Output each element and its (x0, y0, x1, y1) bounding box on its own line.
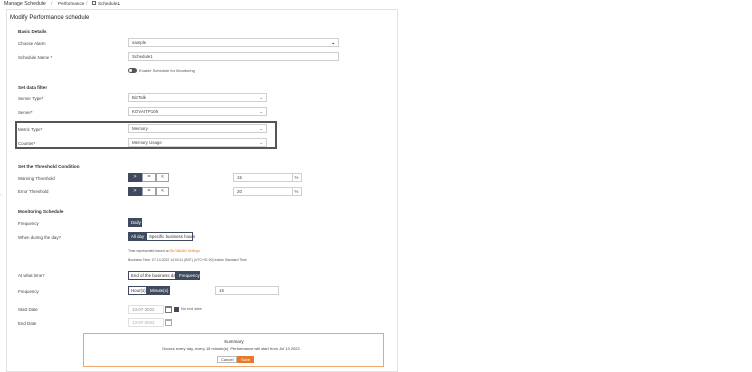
business-time-note: Business Time: 07-13-2022 14:00:11 (BST)… (128, 258, 247, 262)
warning-threshold-input[interactable]: 15 (233, 173, 293, 182)
breadcrumb-separator: / (51, 1, 53, 7)
error-op-equal[interactable]: = (142, 187, 156, 196)
percent-unit: % (292, 173, 302, 182)
summary-heading: Summary (224, 339, 244, 344)
end-date-input[interactable]: 13-07-2022 (128, 318, 164, 327)
all-day-button[interactable]: All day (128, 232, 146, 241)
enable-monitoring-label: Enable Schedule for Monitoring (139, 68, 195, 73)
calendar-icon[interactable] (165, 306, 172, 313)
save-button[interactable]: Save (237, 356, 255, 363)
timezone-note-text: Time represented based on (128, 249, 171, 253)
business-hours-button[interactable]: Specific business hours (146, 232, 195, 241)
server-select[interactable]: KOVAITP106 ⌄ (128, 107, 267, 116)
at-what-time-label: At what time? (18, 273, 45, 278)
counter-select[interactable]: Memory Usage ⌄ (128, 138, 267, 147)
warning-op-less[interactable]: < (156, 173, 169, 182)
server-type-select[interactable]: BizTalk ⌄ (128, 93, 267, 102)
form-panel (6, 9, 398, 372)
choose-alarm-select[interactable]: sample ⌄ (128, 38, 339, 47)
cancel-button[interactable]: Cancel (217, 356, 238, 363)
monitoring-schedule-heading: Monitoring Schedule (18, 209, 64, 214)
error-threshold-label: Error Threshold (18, 189, 49, 194)
breadcrumb-performance[interactable]: Performance (58, 1, 84, 6)
metric-type-label: Metric Type* (18, 127, 43, 132)
frequency-daily-button[interactable]: Daily (128, 218, 142, 227)
metric-type-select[interactable]: Memory ⌄ (128, 124, 267, 133)
chevron-down-icon: ⌄ (259, 140, 263, 145)
at-frequency-button[interactable]: Frequency (176, 271, 200, 280)
breadcrumb-manage-schedule[interactable]: Manage Schedule (4, 1, 46, 7)
start-date-label: Start Date (18, 307, 38, 312)
end-of-business-day-button[interactable]: End of the business day (128, 271, 178, 280)
no-end-date-label: No end date (181, 307, 202, 311)
minutes-button[interactable]: Minute(s) (147, 286, 170, 295)
counter-value: Memory Usage (132, 140, 162, 145)
schedule-name-label: Schedule Name * (18, 55, 53, 60)
interval-label: Frequency (18, 289, 39, 294)
collapse-handle-icon[interactable]: › (0, 192, 2, 198)
error-op-greater[interactable]: > (128, 187, 142, 196)
timezone-note: Time represented based on BizTalk360 Set… (128, 249, 200, 253)
server-label: Server* (18, 110, 33, 115)
error-threshold-input[interactable]: 20 (233, 187, 293, 196)
data-filter-heading: Set data filter (18, 85, 48, 90)
end-date-label: End Date (18, 321, 37, 326)
choose-alarm-value: sample (132, 40, 147, 45)
counter-label: Counter* (18, 141, 36, 146)
basic-details-heading: Basic Details (18, 29, 47, 34)
error-op-less[interactable]: < (156, 187, 169, 196)
metric-type-value: Memory (132, 126, 148, 131)
warning-threshold-label: Warning Threshold (18, 176, 55, 181)
warning-op-equal[interactable]: = (142, 173, 156, 182)
enable-monitoring-toggle[interactable] (128, 68, 137, 73)
server-value: KOVAITP106 (132, 109, 159, 114)
schedule-name-input[interactable]: Schedule1 (128, 52, 339, 61)
percent-unit: % (292, 187, 302, 196)
chevron-down-icon[interactable]: ⌄ (117, 1, 121, 7)
page-title: Modify Performance schedule (10, 15, 90, 21)
calendar-icon[interactable] (165, 319, 172, 326)
server-type-value: BizTalk (132, 95, 146, 100)
start-date-input[interactable]: 13-07-2022 (128, 305, 164, 314)
warning-op-greater[interactable]: > (128, 173, 142, 182)
server-type-label: Server Type* (18, 96, 44, 101)
hours-button[interactable]: Hour(s) (128, 286, 147, 295)
summary-text: Occurs every day, every 15 minute(s). Pe… (162, 346, 301, 351)
schedule-icon (92, 1, 96, 5)
frequency-label: Frequency (18, 221, 39, 226)
threshold-heading: Set the Threshold Condition (18, 164, 80, 169)
no-end-date-checkbox[interactable] (174, 307, 179, 312)
chevron-down-icon: ⌄ (259, 95, 263, 100)
breadcrumb-separator: / (86, 1, 88, 7)
interval-input[interactable]: 15 (215, 286, 279, 295)
settings-link[interactable]: BizTalk360 Settings (170, 249, 200, 253)
choose-alarm-label: Choose Alarm (18, 41, 46, 46)
chevron-down-icon: ⌄ (259, 109, 263, 114)
chevron-down-icon: ⌄ (331, 40, 335, 45)
when-label: When during the day? (18, 235, 61, 240)
chevron-down-icon: ⌄ (259, 126, 263, 131)
